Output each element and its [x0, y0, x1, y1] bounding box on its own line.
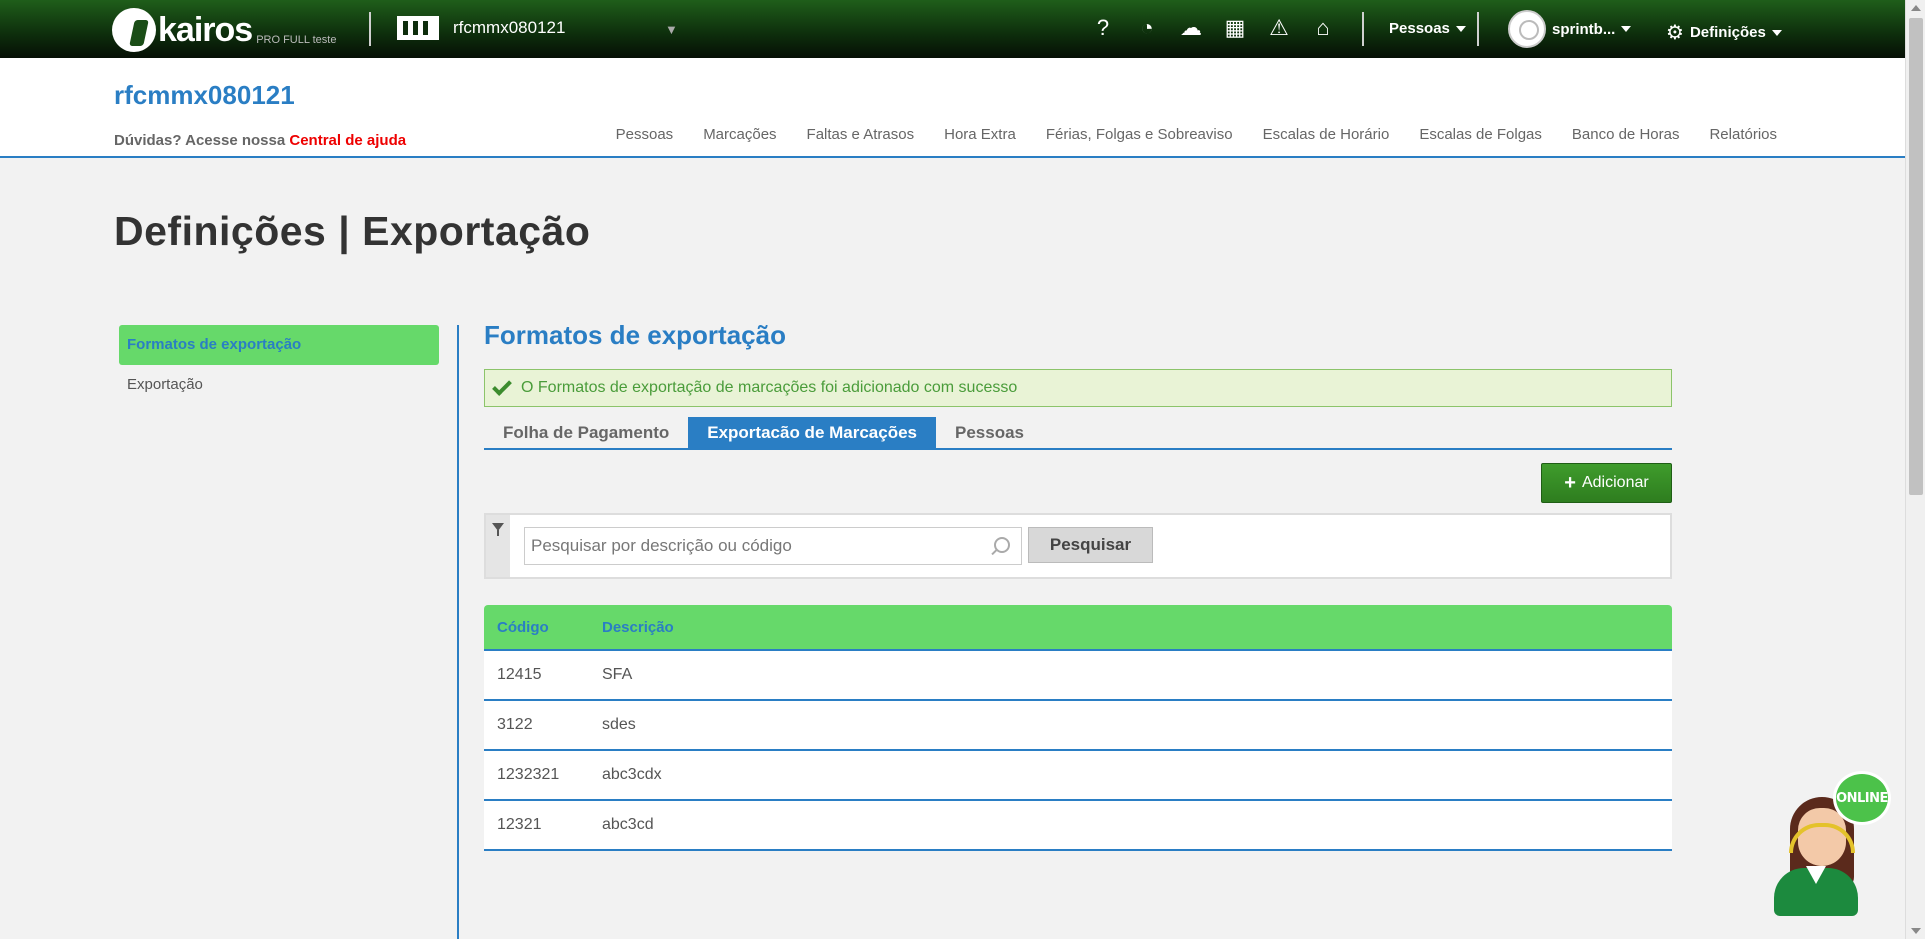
- nav-banco-horas[interactable]: Banco de Horas: [1572, 126, 1680, 143]
- online-chat-widget[interactable]: ONLINE: [1770, 768, 1891, 918]
- table-header: Código Descrição: [484, 605, 1672, 651]
- company-title: rfcmmx080121: [114, 80, 295, 110]
- help-prefix: Dúvidas? Acesse nossa: [114, 132, 286, 149]
- logo-word: kairos: [158, 11, 253, 49]
- company-caret-icon[interactable]: ▼: [665, 22, 678, 37]
- search-button[interactable]: Pesquisar: [1028, 527, 1153, 563]
- main-nav: Pessoas Marcações Faltas e Atrasos Hora …: [616, 126, 1777, 143]
- people-menu[interactable]: Pessoas: [1389, 20, 1466, 37]
- scroll-up-icon[interactable]: [1911, 5, 1921, 11]
- kairos-logo[interactable]: kairos PRO FULL teste: [112, 4, 336, 52]
- top-icon-group: ? ◔ ☁ ▦ ⚠ ⌂: [1090, 14, 1336, 42]
- user-menu[interactable]: sprintb...: [1508, 10, 1632, 48]
- cell-codigo: 1232321: [497, 766, 560, 783]
- nav-escalas-horario[interactable]: Escalas de Horário: [1263, 126, 1390, 143]
- formats-table: Código Descrição 12415 SFA 3122 sdes 123…: [484, 605, 1672, 851]
- scroll-thumb[interactable]: [1909, 18, 1923, 495]
- chevron-down-icon: [1771, 29, 1782, 36]
- online-badge[interactable]: ONLINE: [1833, 771, 1891, 825]
- avatar: [1508, 10, 1546, 48]
- cell-codigo: 12321: [497, 816, 542, 833]
- help-center-link[interactable]: Central de ajuda: [289, 132, 406, 149]
- people-menu-label: Pessoas: [1389, 20, 1450, 37]
- column-header-codigo[interactable]: Código: [484, 619, 602, 636]
- cell-descricao: abc3cd: [602, 816, 654, 833]
- table-row[interactable]: 12321 abc3cd: [484, 801, 1672, 851]
- search-icon[interactable]: [994, 537, 1010, 553]
- logo-mark-icon: [112, 8, 156, 52]
- divider: [369, 12, 371, 46]
- logo-subtitle: PRO FULL teste: [256, 34, 337, 46]
- success-alert: O Formatos de exportação de marcações fo…: [484, 369, 1672, 407]
- calculator-icon[interactable]: ▦: [1222, 14, 1248, 42]
- action-row: + Adicionar: [484, 463, 1672, 503]
- cell-codigo: 3122: [497, 716, 533, 733]
- tab-pessoas[interactable]: Pessoas: [936, 417, 1043, 448]
- table-row[interactable]: 12415 SFA: [484, 651, 1672, 701]
- divider: [1362, 12, 1364, 46]
- page-title: Definições | Exportação: [114, 208, 591, 254]
- company-selector[interactable]: rfcmmx080121: [397, 16, 565, 40]
- cell-codigo: 12415: [497, 666, 542, 683]
- tab-bar: Folha de Pagamento Exportacão de Marcaçõ…: [484, 417, 1672, 450]
- inbox-icon[interactable]: ⌂: [1310, 14, 1336, 42]
- column-header-descricao[interactable]: Descrição: [602, 619, 1672, 636]
- warning-icon[interactable]: ⚠: [1266, 14, 1292, 42]
- gear-icon: ⚙: [1666, 22, 1684, 44]
- company-name: rfcmmx080121: [453, 18, 566, 37]
- plus-icon: +: [1564, 471, 1576, 494]
- search-input[interactable]: [524, 527, 1022, 565]
- add-button[interactable]: + Adicionar: [1541, 463, 1672, 503]
- cell-descricao: abc3cdx: [602, 766, 662, 783]
- nav-pessoas[interactable]: Pessoas: [616, 126, 674, 143]
- nav-escalas-folgas[interactable]: Escalas de Folgas: [1419, 126, 1542, 143]
- nav-marcacoes[interactable]: Marcações: [703, 126, 776, 143]
- timer-icon[interactable]: ◔: [1134, 14, 1160, 42]
- divider: [1477, 12, 1479, 46]
- add-button-label: Adicionar: [1581, 474, 1649, 491]
- nav-ferias-folgas[interactable]: Férias, Folgas e Sobreaviso: [1046, 126, 1233, 143]
- tab-folha-pagamento[interactable]: Folha de Pagamento: [484, 417, 688, 448]
- sidebar-item-exportacao[interactable]: Exportação: [119, 365, 439, 405]
- building-icon: [397, 16, 439, 40]
- filter-toggle[interactable]: [486, 515, 510, 577]
- scroll-down-icon[interactable]: [1911, 928, 1921, 934]
- settings-menu[interactable]: ⚙ Definições: [1666, 20, 1782, 45]
- sidebar-item-formatos[interactable]: Formatos de exportação: [119, 325, 439, 365]
- cell-descricao: SFA: [602, 666, 633, 683]
- section-title: Formatos de exportação: [484, 320, 786, 350]
- user-name: sprintb...: [1552, 20, 1616, 38]
- check-icon: [492, 376, 512, 396]
- sidebar-divider: [457, 325, 459, 939]
- chevron-down-icon: [1455, 25, 1466, 32]
- top-bar: kairos PRO FULL teste rfcmmx080121 ▼ ? ◔…: [0, 0, 1905, 58]
- nav-faltas-atrasos[interactable]: Faltas e Atrasos: [807, 126, 915, 143]
- chevron-down-icon: [1621, 26, 1632, 32]
- main-content: Formatos de exportação O Formatos de exp…: [484, 320, 1672, 851]
- nav-hora-extra[interactable]: Hora Extra: [944, 126, 1016, 143]
- settings-menu-label: Definições: [1689, 24, 1766, 41]
- vertical-scrollbar[interactable]: [1905, 0, 1925, 939]
- header: rfcmmx080121 Dúvidas? Acesse nossa Centr…: [0, 58, 1905, 158]
- sidebar: Formatos de exportação Exportação: [119, 325, 439, 405]
- nav-relatorios[interactable]: Relatórios: [1709, 126, 1777, 143]
- help-icon[interactable]: ?: [1090, 14, 1116, 42]
- tab-exportacao-marcacoes[interactable]: Exportacão de Marcações: [688, 417, 937, 448]
- cloud-upload-icon[interactable]: ☁: [1178, 14, 1204, 42]
- filter-panel: Pesquisar: [484, 513, 1672, 579]
- cell-descricao: sdes: [602, 716, 636, 733]
- alert-message: O Formatos de exportação de marcações fo…: [521, 379, 1018, 396]
- filter-icon: [492, 523, 504, 536]
- table-row[interactable]: 1232321 abc3cdx: [484, 751, 1672, 801]
- help-text: Dúvidas? Acesse nossa Central de ajuda: [114, 132, 406, 149]
- table-row[interactable]: 3122 sdes: [484, 701, 1672, 751]
